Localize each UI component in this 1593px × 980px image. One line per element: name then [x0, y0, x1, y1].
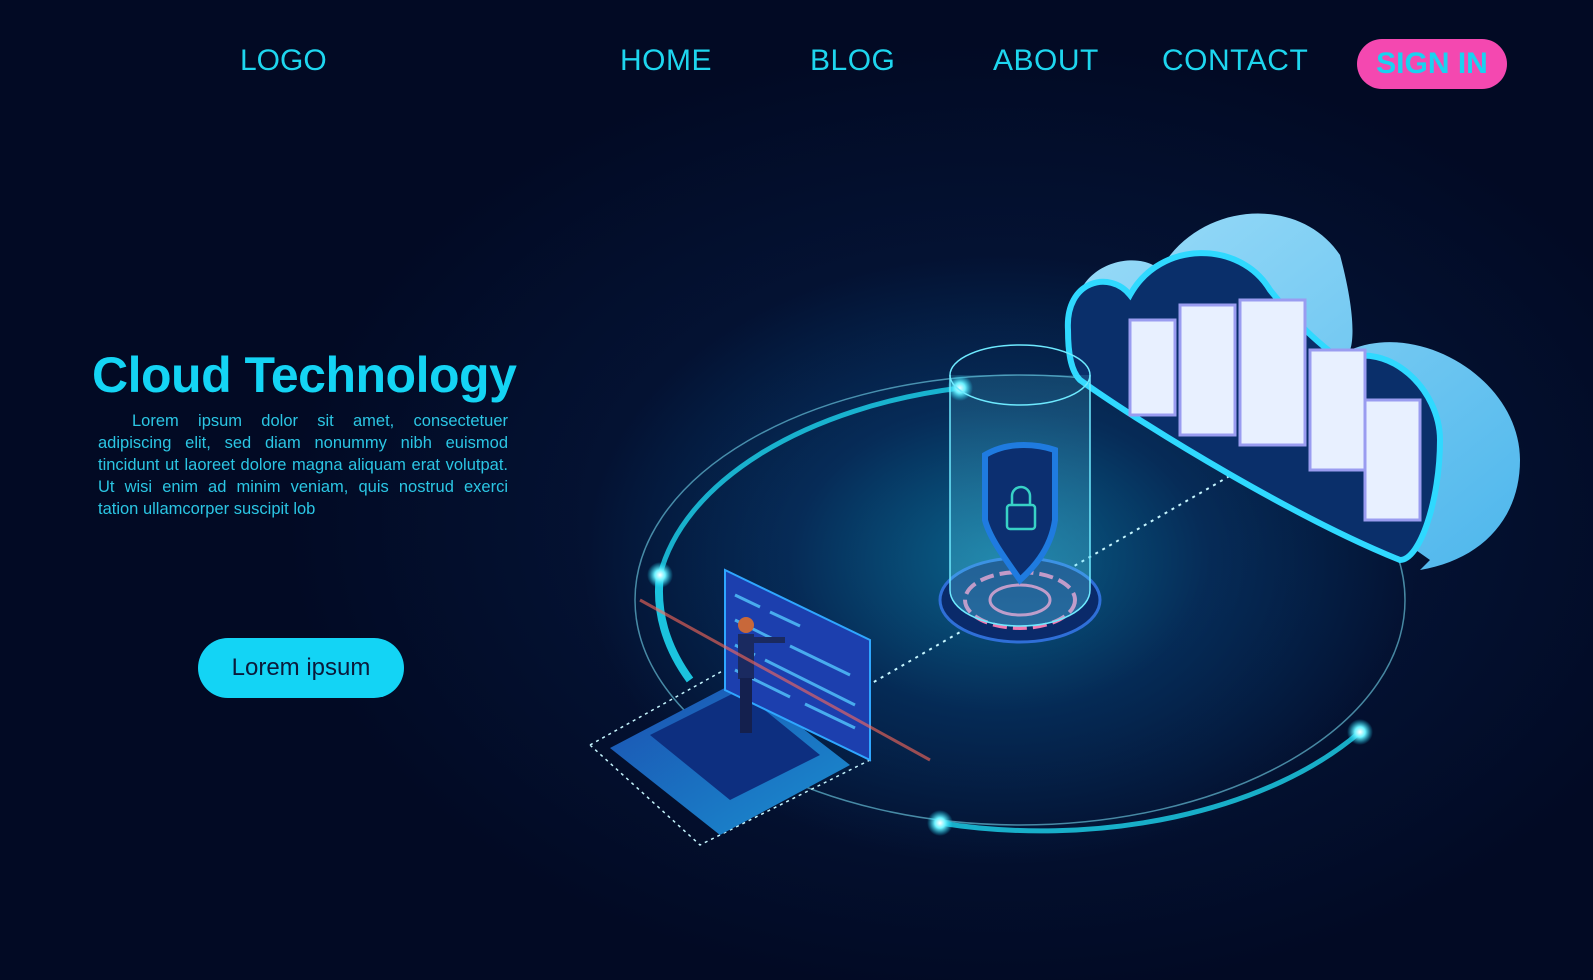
laptop-icon [588, 568, 931, 846]
node-dot [647, 562, 673, 588]
cloud-illustration [588, 213, 1520, 846]
security-shield-icon [938, 344, 1102, 644]
cloud-server-icon [1064, 213, 1520, 570]
node-dot [927, 810, 953, 836]
node-dot [1347, 719, 1373, 745]
